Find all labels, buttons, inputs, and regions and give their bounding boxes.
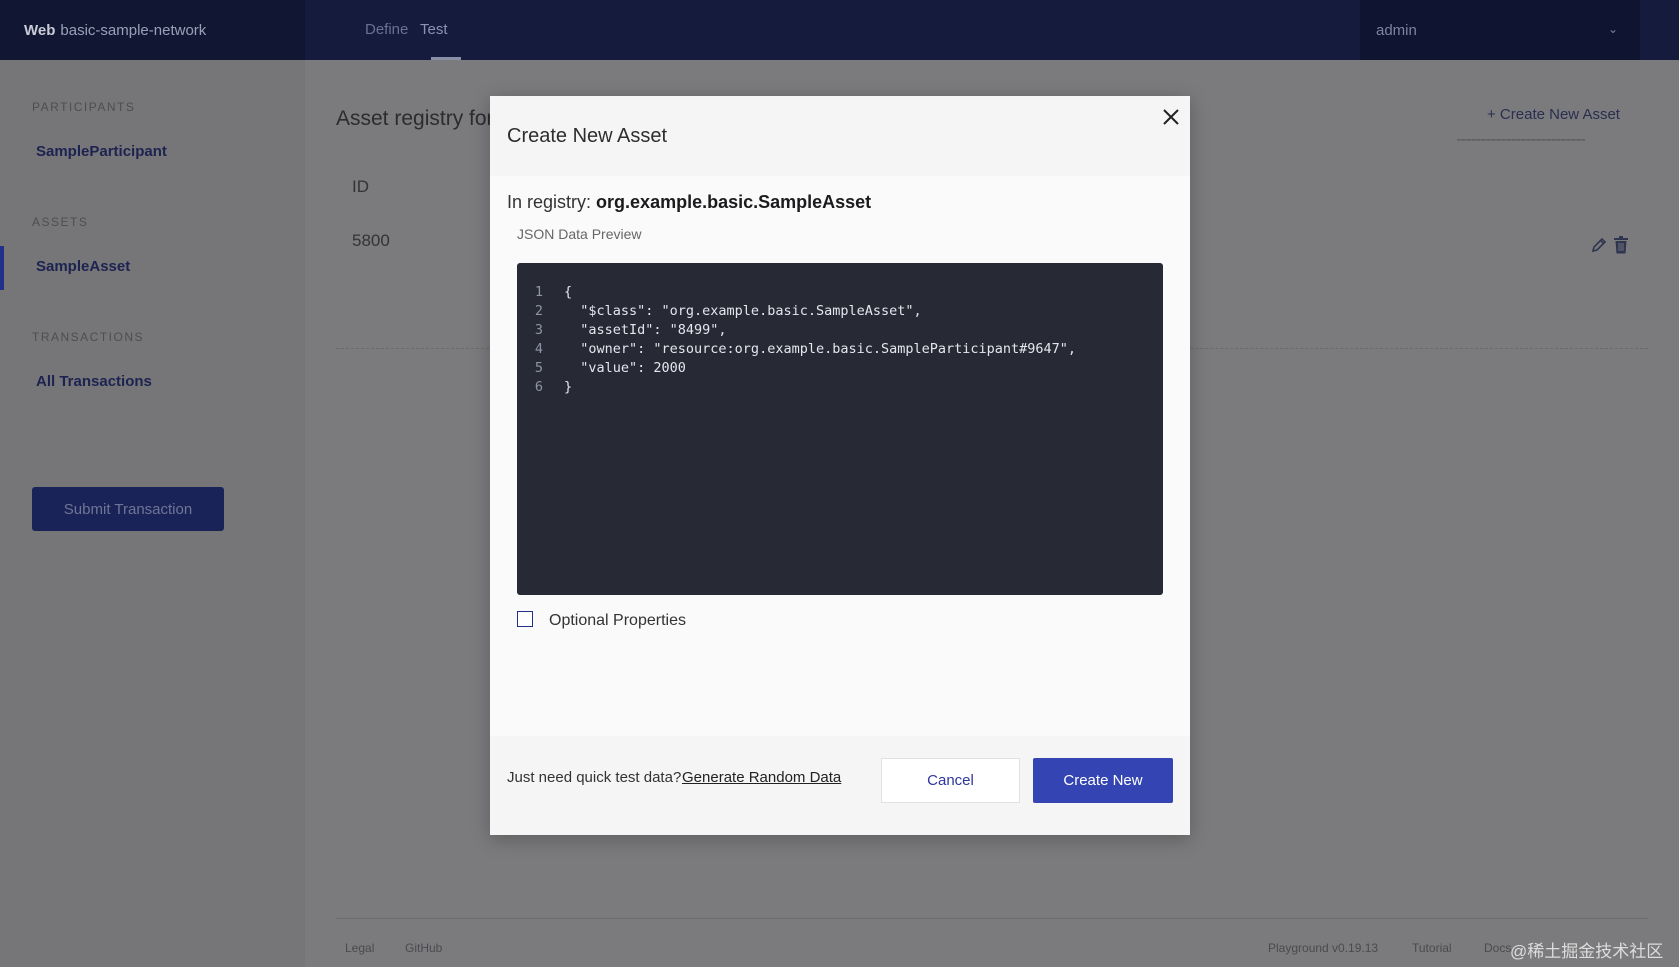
- code-line: 5 "value": 2000: [517, 359, 1163, 378]
- code-text: "owner": "resource:org.example.basic.Sam…: [564, 341, 1077, 357]
- column-header-id: ID: [352, 177, 369, 196]
- watermark: @稀土掘金技术社区: [1510, 942, 1664, 961]
- modal-title: Create New Asset: [507, 125, 668, 147]
- code-line: 6 }: [517, 378, 1163, 397]
- footer-version: Playground v0.19.13: [1268, 941, 1379, 955]
- code-line: 3 "assetId": "8499",: [517, 321, 1163, 340]
- json-preview-label: JSON Data Preview: [517, 226, 642, 242]
- tab-define[interactable]: Define: [365, 21, 408, 38]
- submit-transaction-button[interactable]: Submit Transaction: [32, 487, 224, 531]
- active-tab-indicator: [431, 57, 461, 60]
- line-number: 3: [534, 322, 543, 338]
- sidebar-item-all-transactions[interactable]: All Transactions: [36, 373, 152, 390]
- optional-properties-label[interactable]: Optional Properties: [549, 612, 686, 630]
- page-title: Asset registry for: [336, 107, 494, 130]
- cancel-button[interactable]: Cancel: [881, 758, 1020, 803]
- close-icon[interactable]: [1158, 104, 1184, 130]
- registry-info: In registry: org.example.basic.SampleAss…: [507, 192, 871, 213]
- link-divider: [1457, 139, 1585, 141]
- brand-bold: Web: [24, 21, 56, 39]
- code-text: "assetId": "8499",: [564, 322, 727, 338]
- app-brand[interactable]: Web basic-sample-network: [0, 0, 305, 60]
- optional-properties-checkbox[interactable]: [517, 611, 533, 627]
- sidebar-item-sampleasset[interactable]: SampleAsset: [36, 258, 130, 275]
- code-text: {: [564, 284, 573, 300]
- sidebar-heading-transactions: TRANSACTIONS: [32, 330, 145, 344]
- json-code-editor[interactable]: 1 { 2 "$class": "org.example.basic.Sampl…: [517, 263, 1163, 595]
- code-line: 1 {: [517, 283, 1163, 302]
- active-item-indicator: [0, 246, 4, 290]
- footer-link-legal[interactable]: Legal: [345, 941, 374, 955]
- line-number: 2: [534, 303, 543, 319]
- code-text: "$class": "org.example.basic.SampleAsset…: [564, 303, 922, 319]
- line-number: 5: [534, 360, 543, 376]
- sidebar-heading-participants: PARTICIPANTS: [32, 100, 136, 114]
- line-number: 4: [534, 341, 543, 357]
- table-row-id: 5800: [352, 231, 390, 250]
- tab-test[interactable]: Test: [420, 21, 448, 38]
- sidebar-item-sampleparticipant[interactable]: SampleParticipant: [36, 143, 167, 160]
- sidebar-heading-assets: ASSETS: [32, 215, 89, 229]
- pencil-icon[interactable]: [1590, 236, 1608, 254]
- trash-icon[interactable]: [1613, 236, 1629, 254]
- line-number: 1: [534, 284, 543, 300]
- network-name: basic-sample-network: [60, 21, 207, 39]
- quick-test-data-text: Just need quick test data?: [507, 769, 682, 786]
- registry-name: org.example.basic.SampleAsset: [596, 192, 872, 212]
- create-new-button[interactable]: Create New: [1033, 758, 1173, 803]
- generate-random-data-link[interactable]: Generate Random Data: [682, 769, 841, 786]
- footer-divider: [336, 918, 1648, 919]
- footer-link-github[interactable]: GitHub: [405, 941, 442, 955]
- code-line: 4 "owner": "resource:org.example.basic.S…: [517, 340, 1163, 359]
- create-asset-modal: Create New Asset In registry: org.exampl…: [490, 96, 1190, 835]
- footer-link-docs[interactable]: Docs: [1484, 941, 1511, 955]
- line-number: 6: [534, 379, 543, 395]
- code-text: }: [564, 379, 573, 395]
- create-new-asset-link[interactable]: + Create New Asset: [1487, 106, 1620, 123]
- code-line: 2 "$class": "org.example.basic.SampleAss…: [517, 302, 1163, 321]
- modal-header: Create New Asset: [490, 96, 1190, 176]
- sidebar: PARTICIPANTS SampleParticipant ASSETS Sa…: [0, 60, 305, 967]
- code-text: "value": 2000: [564, 360, 686, 376]
- footer-link-tutorial[interactable]: Tutorial: [1412, 941, 1452, 955]
- top-bar: Web basic-sample-network Define Test adm…: [0, 0, 1679, 60]
- user-name: admin: [1376, 21, 1417, 39]
- registry-prefix: In registry:: [507, 192, 592, 212]
- user-dropdown[interactable]: admin ⌄: [1360, 0, 1640, 60]
- chevron-down-icon: ⌄: [1607, 22, 1618, 36]
